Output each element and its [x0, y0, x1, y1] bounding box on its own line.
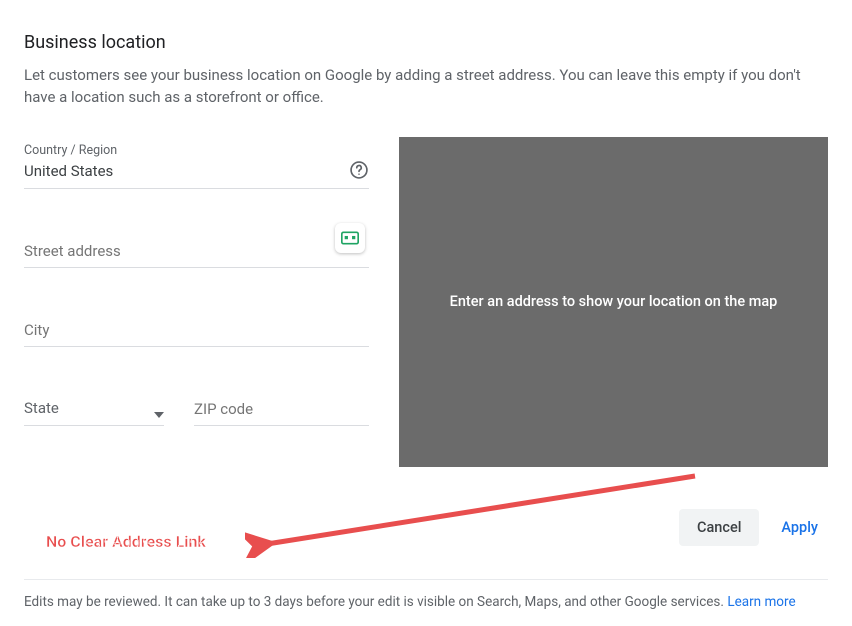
password-manager-icon[interactable] [335, 223, 365, 253]
state-zip-row: State [24, 399, 369, 426]
chevron-down-icon [154, 403, 164, 413]
map-placeholder: Enter an address to show your location o… [399, 137, 828, 467]
annotation-text: No Clear Address Link [46, 532, 206, 551]
map-placeholder-text: Enter an address to show your location o… [450, 293, 778, 310]
state-field[interactable]: State [24, 399, 164, 426]
street-field[interactable] [24, 241, 369, 268]
zip-field[interactable] [194, 399, 369, 426]
city-field[interactable] [24, 320, 369, 347]
footer-note: Edits may be reviewed. It can take up to… [24, 579, 828, 610]
content-row: Country / Region United States [24, 137, 828, 467]
country-label: Country / Region [24, 143, 341, 158]
zip-input[interactable] [194, 399, 369, 419]
form-column: Country / Region United States [24, 137, 369, 426]
street-input[interactable] [24, 241, 369, 261]
dialog-description: Let customers see your business location… [24, 65, 824, 109]
state-placeholder: State [24, 399, 148, 419]
footer-text: Edits may be reviewed. It can take up to… [24, 594, 727, 610]
dialog-title: Business location [24, 32, 828, 53]
cancel-button[interactable]: Cancel [679, 509, 759, 546]
country-value: United States [24, 162, 341, 182]
learn-more-link[interactable]: Learn more [727, 594, 795, 610]
apply-button[interactable]: Apply [777, 509, 822, 546]
help-icon[interactable] [349, 160, 369, 180]
country-field[interactable]: Country / Region United States [24, 143, 369, 189]
city-input[interactable] [24, 320, 369, 340]
